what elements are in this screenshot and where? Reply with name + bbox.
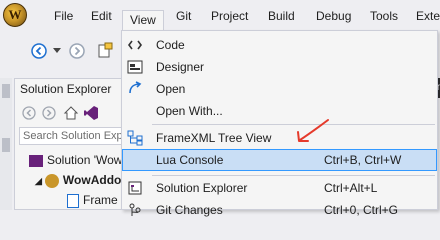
menu-separator: [152, 175, 435, 176]
project-icon: [44, 173, 59, 188]
expand-arrow-icon[interactable]: ◢: [35, 176, 42, 186]
menu-item-framexml-tree-view[interactable]: FrameXML Tree View: [122, 127, 437, 149]
menu-build[interactable]: Build: [268, 7, 295, 25]
tree-item-project[interactable]: ◢ WowAddo: [35, 171, 121, 189]
menu-item-open[interactable]: Open: [122, 78, 437, 100]
tree-item-solution[interactable]: Solution 'Wow: [29, 151, 122, 169]
menu-item-git-changes[interactable]: Git Changes Ctrl+0, Ctrl+G: [122, 199, 437, 221]
menu-bar: W File Edit View Git Project Build Debug…: [0, 0, 440, 30]
forward-icon[interactable]: [68, 42, 86, 60]
forward-icon[interactable]: [41, 105, 57, 121]
menu-tools[interactable]: Tools: [370, 7, 398, 25]
tree-view-icon: [126, 129, 144, 147]
side-tab-strip: [0, 78, 12, 210]
side-tab[interactable]: [2, 84, 10, 98]
menu-edit[interactable]: Edit: [91, 7, 112, 25]
file-icon: [67, 193, 79, 208]
open-icon: [126, 80, 144, 98]
menu-view[interactable]: View: [122, 10, 164, 30]
menu-debug[interactable]: Debug: [316, 7, 351, 25]
annotation-arrow-icon: [297, 119, 329, 142]
menu-item-code[interactable]: Code: [122, 34, 437, 56]
menu-item-open-with[interactable]: Open With...: [122, 100, 437, 122]
menu-project[interactable]: Project: [211, 7, 248, 25]
view-menu-dropdown: Code Designer Open Open With... FrameXML…: [121, 30, 438, 217]
git-changes-icon: [126, 201, 144, 219]
tree-item-file[interactable]: Frame: [67, 191, 118, 209]
menu-git[interactable]: Git: [176, 7, 191, 25]
menu-item-lua-console[interactable]: Lua Console Ctrl+B, Ctrl+W: [122, 149, 437, 171]
solution-explorer-icon: [126, 179, 144, 197]
side-tab[interactable]: [2, 138, 10, 152]
home-icon[interactable]: [63, 105, 79, 121]
new-project-icon[interactable]: [96, 42, 114, 60]
solution-icon: [29, 154, 43, 167]
menu-item-designer[interactable]: Designer: [122, 56, 437, 78]
menu-item-solution-explorer[interactable]: Solution Explorer Ctrl+Alt+L: [122, 177, 437, 199]
chevron-down-icon[interactable]: [52, 44, 62, 58]
menu-file[interactable]: File: [54, 7, 73, 25]
vs-icon[interactable]: [83, 105, 99, 121]
menu-extensions[interactable]: Exte: [416, 7, 440, 25]
back-icon[interactable]: [21, 105, 37, 121]
back-icon[interactable]: [30, 42, 48, 60]
app-logo-icon: W: [3, 3, 27, 27]
code-icon: [126, 36, 144, 54]
designer-icon: [126, 58, 144, 76]
